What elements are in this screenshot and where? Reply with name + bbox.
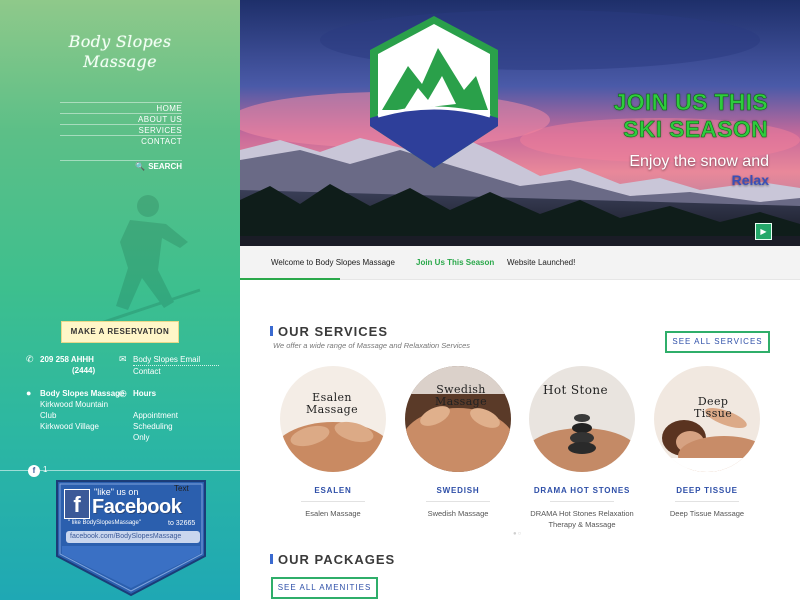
text-shortcode: to 32665: [168, 520, 196, 527]
location-line-2: Club: [40, 411, 57, 420]
facebook-url[interactable]: facebook.com/BodySlopesMassage: [66, 531, 200, 543]
hours-info: ◷ Hours Appointment Scheduling Only: [119, 388, 219, 443]
location-contact: ● Body Slopes Massage Kirkwood Mountain …: [26, 388, 126, 432]
email-contact[interactable]: ✉ Body Slopes Email Contact: [119, 354, 219, 377]
nav-about-us[interactable]: ABOUT US: [60, 113, 182, 124]
hours-title: Hours: [133, 389, 157, 398]
hero-sub-relax: Relax: [731, 172, 769, 188]
location-title: Body Slopes Massage: [40, 389, 125, 398]
circle-label-esalen: Esalen Massage: [306, 392, 358, 416]
service-name-esalen[interactable]: ESALEN: [273, 486, 393, 495]
site-logo[interactable]: Body Slopes Massage: [60, 32, 180, 72]
mountain-logo-badge: [370, 16, 498, 168]
nav-services[interactable]: SERVICES: [60, 124, 182, 135]
phone-contact[interactable]: ✆ 209 258 AHHH (2444): [26, 354, 116, 376]
location-line-1: Kirkwood Mountain: [40, 400, 109, 409]
nav-home[interactable]: HOME: [60, 102, 182, 113]
text-word: Text: [174, 484, 189, 493]
swedish-massage-photo: [405, 366, 511, 472]
facebook-icon[interactable]: f: [28, 465, 40, 477]
phone-number-suffix: (2444): [72, 366, 96, 375]
hero-headline-line-1: JOIN US THIS: [613, 89, 768, 116]
service-name-swedish[interactable]: SWEDISH: [398, 486, 518, 495]
service-card-hot-stones[interactable]: Hot Stone DRAMA HOT STONES DRAMA Hot Sto…: [522, 366, 642, 530]
facebook-like-badge[interactable]: f "like" us on Text Facebook " like Body…: [54, 478, 208, 598]
facebook-count: 1: [43, 465, 48, 474]
service-card-esalen[interactable]: Esalen Massage ESALEN Esalen Massage: [273, 366, 393, 519]
service-image-swedish[interactable]: Swedish Massage: [405, 366, 511, 472]
hero-headline: JOIN US THIS SKI SEASON: [613, 89, 768, 143]
circle-label-line-2: Massage: [435, 395, 488, 408]
main-nav: HOME ABOUT US SERVICES CONTACT: [60, 102, 182, 146]
logo-line-1: Body Slopes: [68, 32, 172, 51]
hero-slider: JOIN US THIS SKI SEASON Enjoy the snow a…: [240, 0, 800, 246]
email-link-line-2: Contact: [133, 367, 161, 376]
services-heading: OUR SERVICES: [270, 324, 389, 339]
location-line-3: Kirkwood Village: [40, 422, 99, 431]
clock-icon: ◷: [119, 388, 127, 398]
packages-heading-text: OUR PACKAGES: [278, 552, 396, 567]
carousel-dots[interactable]: ●○: [513, 531, 522, 537]
email-link[interactable]: Body Slopes Email: [133, 354, 219, 366]
make-reservation-button[interactable]: MAKE A RESERVATION: [61, 321, 179, 343]
hours-line-3: Only: [133, 433, 150, 442]
service-image-deep-tissue[interactable]: Deep Tissue: [654, 366, 760, 472]
slider-play-button[interactable]: ▶: [755, 223, 772, 240]
hero-sub-line-1: Enjoy the snow and: [629, 153, 769, 170]
tab-welcome[interactable]: Welcome to Body Slopes Massage: [271, 258, 395, 267]
active-tab-indicator: [240, 278, 340, 280]
service-name-deep-tissue[interactable]: DEEP TISSUE: [647, 486, 767, 495]
circle-label-hot-stone: Hot Stone: [543, 384, 608, 396]
service-card-swedish[interactable]: Swedish Massage SWEDISH Swedish Massage: [398, 366, 518, 519]
search-icon: 🔍: [135, 162, 146, 171]
phone-icon: ✆: [26, 354, 34, 364]
service-desc-deep-tissue: Deep Tissue Massage: [669, 509, 745, 518]
hours-line-1: Appointment: [133, 411, 178, 420]
service-name-hot-stones[interactable]: DRAMA HOT STONES: [522, 486, 642, 495]
service-divider: [675, 501, 739, 502]
search-label: SEARCH: [148, 162, 182, 171]
sidebar: Body Slopes Massage HOME ABOUT US SERVIC…: [0, 0, 240, 600]
circle-label-deep-tissue: Deep Tissue: [694, 396, 732, 420]
envelope-icon: ✉: [119, 354, 127, 364]
logo-line-2: Massage: [83, 52, 157, 71]
circle-label-line-2: Massage: [306, 403, 359, 416]
facebook-logo-icon: f: [64, 489, 90, 519]
service-image-hot-stones[interactable]: Hot Stone: [529, 366, 635, 472]
nav-contact[interactable]: CONTACT: [60, 135, 182, 146]
heading-accent-bar: [270, 554, 273, 564]
see-all-amenities-button[interactable]: SEE ALL AMENITIES: [271, 577, 378, 599]
hero-headline-line-2: SKI SEASON: [623, 116, 768, 143]
see-all-services-button[interactable]: SEE ALL SERVICES: [665, 331, 770, 353]
facebook-wordmark: Facebook: [92, 496, 182, 518]
heading-accent-bar: [270, 326, 273, 336]
hero-subheadline: Enjoy the snow and Relax: [629, 152, 769, 190]
location-pin-icon: ●: [26, 388, 32, 398]
text-instruction: " like BodySlopesMassage": [68, 520, 141, 526]
service-divider: [550, 501, 614, 502]
packages-heading: OUR PACKAGES: [270, 552, 396, 567]
service-desc-hot-stones: DRAMA Hot Stones Relaxation Therapy & Ma…: [530, 509, 634, 529]
slider-tabs: Welcome to Body Slopes Massage Join Us T…: [240, 246, 800, 280]
phone-number: 209 258 AHHH: [40, 355, 94, 364]
service-image-esalen[interactable]: Esalen Massage: [280, 366, 386, 472]
services-heading-text: OUR SERVICES: [278, 324, 389, 339]
service-divider: [426, 501, 490, 502]
circle-label-swedish: Swedish Massage: [435, 384, 487, 408]
tab-join-us[interactable]: Join Us This Season: [416, 258, 494, 267]
play-icon: ▶: [760, 227, 767, 236]
service-desc-swedish: Swedish Massage: [427, 509, 489, 518]
service-desc-esalen: Esalen Massage: [305, 509, 361, 518]
circle-label-line-2: Tissue: [694, 407, 733, 420]
circle-label-line-1: Hot Stone: [543, 383, 609, 397]
hot-stone-massage-photo: [529, 366, 635, 472]
services-description: We offer a wide range of Massage and Rel…: [273, 341, 471, 350]
service-divider: [301, 501, 365, 502]
skier-silhouette: [79, 195, 201, 332]
esalen-massage-photo: [280, 366, 386, 472]
hours-line-2: Scheduling: [133, 422, 173, 431]
search-button[interactable]: 🔍 SEARCH: [60, 160, 182, 172]
tab-website-launched[interactable]: Website Launched!: [507, 258, 575, 267]
service-card-deep-tissue[interactable]: Deep Tissue DEEP TISSUE Deep Tissue Mass…: [647, 366, 767, 519]
